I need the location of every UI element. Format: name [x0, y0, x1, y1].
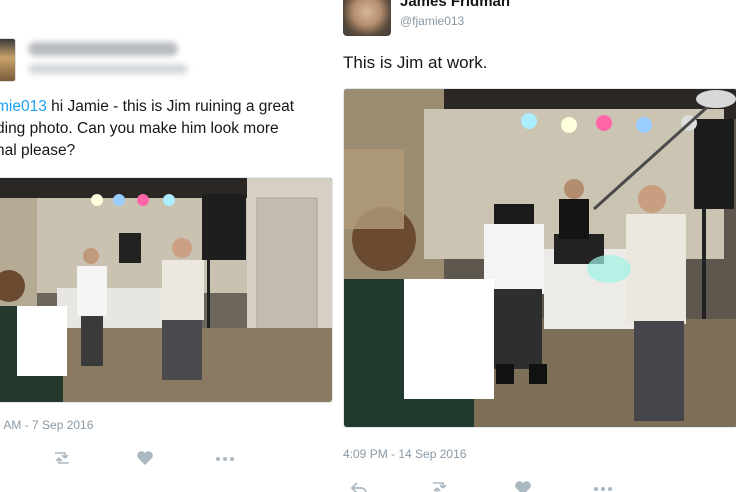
tweet-photo[interactable] [343, 88, 736, 428]
mention-link[interactable]: mie013 [0, 98, 47, 115]
display-name[interactable]: James Fridman [400, 0, 510, 10]
more-icon[interactable] [214, 450, 236, 468]
tweet-timestamp[interactable]: 4:09 PM - 14 Sep 2016 [343, 447, 466, 461]
heart-icon[interactable] [136, 450, 158, 468]
reply-icon[interactable] [350, 480, 372, 492]
tweet-timestamp[interactable]: 3 AM - 7 Sep 2016 [0, 418, 93, 432]
tweet-text-line-3: nal please? [0, 142, 76, 159]
wedding-photo-edited [344, 89, 736, 427]
avatar[interactable] [343, 0, 391, 36]
tweet-text: This is Jim at work. [343, 53, 488, 72]
avatar[interactable] [0, 38, 16, 82]
original-tweet-panel: mie013 hi Jamie - this is Jim ruining a … [0, 0, 336, 492]
tweet-text-line-2: ding photo. Can you make him look more [0, 120, 279, 137]
tweet-text: mie013 hi Jamie - this is Jim ruining a … [0, 96, 332, 162]
user-handle[interactable]: @fjamie013 [400, 14, 464, 28]
retweet-icon[interactable] [52, 450, 74, 468]
retweet-icon[interactable] [430, 480, 452, 492]
blurred-display-name [28, 42, 178, 56]
wedding-photo-original [0, 178, 332, 402]
reply-tweet-panel: James Fridman @fjamie013 This is Jim at … [336, 0, 736, 492]
blurred-handle [28, 64, 188, 74]
tweet-text-line-1: hi Jamie - this is Jim ruining a great [46, 98, 295, 115]
tweet-photo[interactable] [0, 177, 333, 403]
heart-icon[interactable] [514, 480, 536, 492]
more-icon[interactable] [592, 480, 614, 492]
